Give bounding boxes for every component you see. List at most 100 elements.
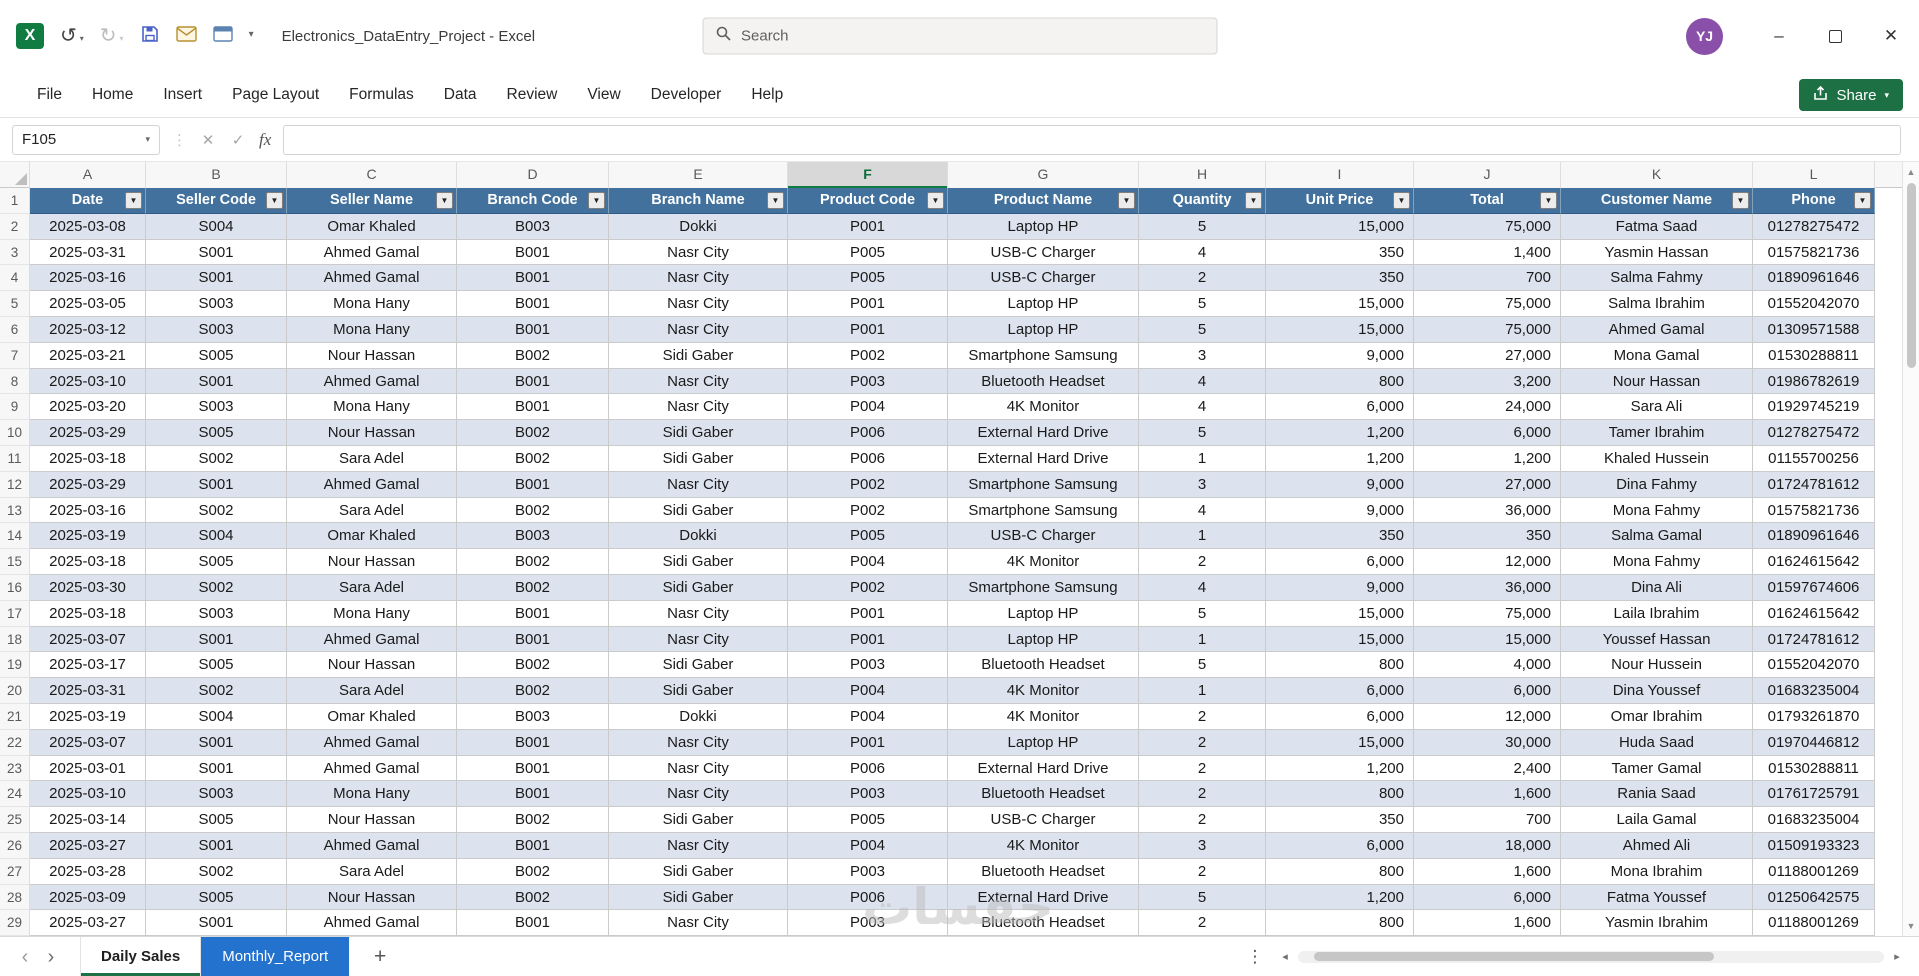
cell-F27[interactable]: P003: [788, 858, 948, 885]
cell-E13[interactable]: Sidi Gaber: [609, 497, 788, 524]
column-header-H[interactable]: H: [1139, 162, 1266, 188]
cell-K28[interactable]: Fatma Youssef: [1561, 884, 1753, 911]
ribbon-tab-formulas[interactable]: Formulas: [334, 72, 429, 117]
cell-F12[interactable]: P002: [788, 471, 948, 498]
cell-E5[interactable]: Nasr City: [609, 291, 788, 317]
cell-L10[interactable]: 01278275472: [1753, 420, 1875, 446]
cell-C3[interactable]: Ahmed Gamal: [287, 239, 457, 266]
cell-L27[interactable]: 01188001269: [1753, 858, 1875, 885]
cell-H26[interactable]: 3: [1139, 832, 1266, 859]
cell-D24[interactable]: B001: [457, 781, 609, 808]
ribbon-tab-help[interactable]: Help: [736, 72, 798, 117]
cell-A18[interactable]: 2025-03-07: [30, 626, 146, 653]
cell-H5[interactable]: 5: [1139, 291, 1266, 317]
cell-H16[interactable]: 4: [1139, 574, 1266, 601]
cell-C25[interactable]: Nour Hassan: [287, 807, 457, 833]
filter-dropdown-icon[interactable]: ▼: [1540, 192, 1557, 209]
cell-G10[interactable]: External Hard Drive: [948, 420, 1139, 446]
column-header-L[interactable]: L: [1753, 162, 1875, 188]
cell-C6[interactable]: Mona Hany: [287, 316, 457, 343]
cell-L15[interactable]: 01624615642: [1753, 549, 1875, 575]
cell-E17[interactable]: Nasr City: [609, 600, 788, 627]
cell-E4[interactable]: Nasr City: [609, 265, 788, 292]
cell-K11[interactable]: Khaled Hussein: [1561, 445, 1753, 472]
column-header-A[interactable]: A: [30, 162, 146, 188]
excel-logo-icon[interactable]: X: [16, 23, 44, 49]
cell-H6[interactable]: 5: [1139, 316, 1266, 343]
insert-function-icon[interactable]: fx: [259, 130, 271, 150]
cell-C10[interactable]: Nour Hassan: [287, 420, 457, 446]
row-number-21[interactable]: 21: [0, 703, 30, 730]
cell-F10[interactable]: P006: [788, 420, 948, 446]
cell-E23[interactable]: Nasr City: [609, 755, 788, 782]
row-number-14[interactable]: 14: [0, 523, 30, 550]
cell-B29[interactable]: S001: [146, 910, 287, 936]
cell-E7[interactable]: Sidi Gaber: [609, 342, 788, 369]
cell-G19[interactable]: Bluetooth Headset: [948, 652, 1139, 679]
row-number-25[interactable]: 25: [0, 807, 30, 833]
cell-B6[interactable]: S003: [146, 316, 287, 343]
cell-A28[interactable]: 2025-03-09: [30, 884, 146, 911]
row-number-5[interactable]: 5: [0, 291, 30, 317]
cell-K7[interactable]: Mona Gamal: [1561, 342, 1753, 369]
cell-L23[interactable]: 01530288811: [1753, 755, 1875, 782]
cell-B8[interactable]: S001: [146, 368, 287, 395]
column-filter-header-quantity[interactable]: Quantity ▼: [1139, 188, 1266, 214]
row-number-22[interactable]: 22: [0, 729, 30, 756]
cell-B17[interactable]: S003: [146, 600, 287, 627]
window-layout-icon[interactable]: [212, 25, 233, 47]
horizontal-scrollbar[interactable]: ◂ ▸: [1277, 950, 1905, 963]
cell-F24[interactable]: P003: [788, 781, 948, 808]
cell-G28[interactable]: External Hard Drive: [948, 884, 1139, 911]
cell-H29[interactable]: 2: [1139, 910, 1266, 936]
cell-D6[interactable]: B001: [457, 316, 609, 343]
cell-C21[interactable]: Omar Khaled: [287, 703, 457, 730]
cell-F28[interactable]: P006: [788, 884, 948, 911]
cell-E6[interactable]: Nasr City: [609, 316, 788, 343]
cell-A17[interactable]: 2025-03-18: [30, 600, 146, 627]
cell-A27[interactable]: 2025-03-28: [30, 858, 146, 885]
cell-B11[interactable]: S002: [146, 445, 287, 472]
cell-E15[interactable]: Sidi Gaber: [609, 549, 788, 575]
cell-E11[interactable]: Sidi Gaber: [609, 445, 788, 472]
cell-D10[interactable]: B002: [457, 420, 609, 446]
row-number-12[interactable]: 12: [0, 471, 30, 498]
cell-F11[interactable]: P006: [788, 445, 948, 472]
cell-K22[interactable]: Huda Saad: [1561, 729, 1753, 756]
tab-options-icon[interactable]: ⋮: [1243, 947, 1267, 967]
cell-A4[interactable]: 2025-03-16: [30, 265, 146, 292]
cell-D3[interactable]: B001: [457, 239, 609, 266]
cell-J8[interactable]: 3,200: [1414, 368, 1561, 395]
cell-C17[interactable]: Mona Hany: [287, 600, 457, 627]
cell-K21[interactable]: Omar Ibrahim: [1561, 703, 1753, 730]
cell-A22[interactable]: 2025-03-07: [30, 729, 146, 756]
row-number-9[interactable]: 9: [0, 394, 30, 421]
cell-K25[interactable]: Laila Gamal: [1561, 807, 1753, 833]
cell-A7[interactable]: 2025-03-21: [30, 342, 146, 369]
cell-D18[interactable]: B001: [457, 626, 609, 653]
cell-A11[interactable]: 2025-03-18: [30, 445, 146, 472]
cell-A3[interactable]: 2025-03-31: [30, 239, 146, 266]
vertical-scrollbar[interactable]: ▲ ▼: [1902, 162, 1919, 936]
cell-L20[interactable]: 01683235004: [1753, 678, 1875, 704]
cell-D22[interactable]: B001: [457, 729, 609, 756]
row-number-18[interactable]: 18: [0, 626, 30, 653]
row-number-7[interactable]: 7: [0, 342, 30, 369]
cell-E16[interactable]: Sidi Gaber: [609, 574, 788, 601]
cell-K10[interactable]: Tamer Ibrahim: [1561, 420, 1753, 446]
cell-C4[interactable]: Ahmed Gamal: [287, 265, 457, 292]
cell-A12[interactable]: 2025-03-29: [30, 471, 146, 498]
qat-customize-icon[interactable]: ▾: [249, 29, 254, 43]
cell-K17[interactable]: Laila Ibrahim: [1561, 600, 1753, 627]
cell-B20[interactable]: S002: [146, 678, 287, 704]
cell-E21[interactable]: Dokki: [609, 703, 788, 730]
row-number-28[interactable]: 28: [0, 884, 30, 911]
cell-J3[interactable]: 1,400: [1414, 239, 1561, 266]
cell-I8[interactable]: 800: [1266, 368, 1414, 395]
cell-C8[interactable]: Ahmed Gamal: [287, 368, 457, 395]
row-number-15[interactable]: 15: [0, 549, 30, 575]
cell-B2[interactable]: S004: [146, 213, 287, 240]
cell-F22[interactable]: P001: [788, 729, 948, 756]
cell-I22[interactable]: 15,000: [1266, 729, 1414, 756]
redo-dropdown-icon[interactable]: ▾: [120, 35, 124, 46]
